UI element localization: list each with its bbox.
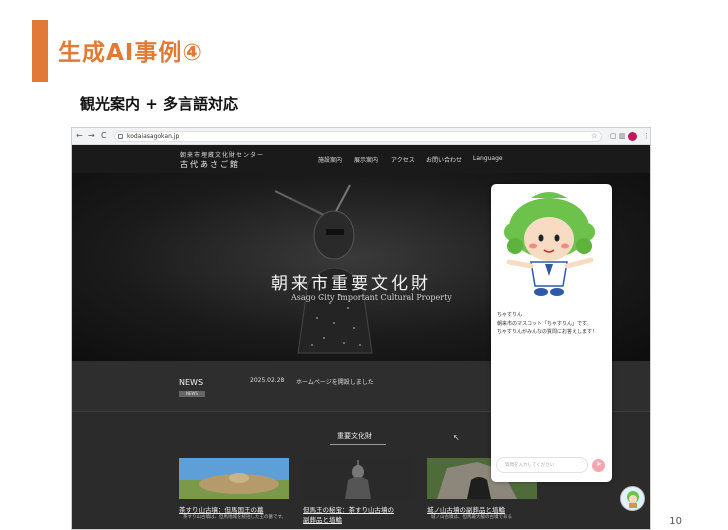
hero-title: 朝来市重要文化財 (271, 274, 431, 294)
forward-icon[interactable]: → (88, 131, 95, 141)
card-image-armor (303, 458, 413, 499)
mascot-avatar-icon (622, 488, 644, 510)
slide-title: 生成AI事例④ (58, 40, 203, 66)
news-label: NEWS (179, 378, 204, 387)
url-text: kodaiasagokan.jp (127, 133, 180, 140)
section-divider (330, 444, 386, 445)
site-header: 朝来市埋蔵文化財センター 古代あさご館 施設案内 展示案内 アクセス お問い合わ… (72, 145, 650, 173)
chatbot-panel: ちゃすりん 朝来市のマスコット「ちゃすりん」です。 ちゃすりんがみんなの質問にお… (491, 184, 612, 482)
card-title[interactable]: 茶すり山古墳：但馬国王の墓 (179, 504, 264, 514)
nav-facility[interactable]: 施設案内 (318, 155, 342, 164)
chat-input[interactable]: 質問を入力してください (496, 457, 588, 473)
mouse-cursor-icon: ↖ (453, 433, 460, 442)
page-number: 10 (669, 516, 682, 527)
bookmark-star-icon[interactable]: ☆ (591, 131, 597, 141)
chat-bot-name: ちゃすりん (497, 312, 523, 318)
card-title-continued[interactable]: 副葬品と埴輪 (303, 514, 342, 524)
card-description: 城ノ山古墳は、但馬最大級の古墳である (431, 515, 512, 520)
news-date: 2025.02.28 (250, 377, 285, 384)
reload-icon[interactable]: C (101, 131, 107, 141)
chat-input-placeholder: 質問を入力してください (505, 463, 555, 468)
hero-subtitle: Asago City Important Cultural Property (291, 293, 452, 302)
artifact-card[interactable]: 但馬王の秘宝：茶すり山古墳の 副葬品と埴輪 (303, 458, 413, 529)
artifact-card[interactable]: 茶すり山古墳：但馬国王の墓 茶すり山古墳は、但馬地域を統括した王の墓です。 (179, 458, 289, 529)
website-content: 朝来市埋蔵文化財センター 古代あさご館 施設案内 展示案内 アクセス お問い合わ… (72, 145, 650, 529)
nav-access[interactable]: アクセス (391, 155, 415, 164)
sidebar-icon[interactable]: ▥ (619, 131, 626, 141)
site-logo-title[interactable]: 古代あさご館 (180, 159, 240, 170)
mascot-character-image (504, 192, 595, 296)
send-button[interactable]: ➤ (592, 459, 605, 472)
nav-language[interactable]: Language (473, 155, 503, 162)
slide-subtitle: 観光案内 + 多言語対応 (80, 95, 239, 113)
chat-launcher-button[interactable] (620, 486, 645, 511)
card-title[interactable]: 但馬王の秘宝：茶すり山古墳の (303, 504, 394, 514)
news-item-link[interactable]: ホームページを開設しました (296, 377, 374, 386)
title-accent-bar (32, 20, 48, 82)
card-description: 茶すり山古墳は、但馬地域を統括した王の墓です。 (183, 515, 287, 520)
browser-toolbar: ← → C kodaiasagokan.jp ☆ ▢ ▥ ⋮ (72, 128, 650, 145)
site-info-icon[interactable] (118, 134, 123, 139)
nav-exhibition[interactable]: 展示案内 (354, 155, 378, 164)
extensions-icon[interactable]: ▢ (610, 131, 617, 141)
section-title: 重要文化財 (337, 432, 372, 440)
card-title[interactable]: 城ノ山古墳の副葬品と埴輪 (427, 504, 505, 514)
site-logo-subtitle[interactable]: 朝来市埋蔵文化財センター (180, 150, 264, 159)
chat-message-line: 朝来市のマスコット「ちゃすりん」です。 (497, 321, 592, 327)
address-bar[interactable]: kodaiasagokan.jp ☆ (114, 131, 602, 142)
back-icon[interactable]: ← (76, 131, 83, 141)
browser-window: ← → C kodaiasagokan.jp ☆ ▢ ▥ ⋮ 朝来市埋蔵文化財セ… (71, 127, 651, 530)
nav-contact[interactable]: お問い合わせ (426, 155, 462, 164)
send-arrow-icon: ➤ (596, 460, 602, 468)
profile-avatar[interactable] (628, 132, 637, 141)
menu-kebab-icon[interactable]: ⋮ (643, 131, 650, 141)
card-image-tomb (179, 458, 289, 499)
chat-message-line: ちゃすりんがみんなの質問にお答えします！ (497, 329, 598, 335)
news-tag: NEWS (179, 391, 205, 397)
